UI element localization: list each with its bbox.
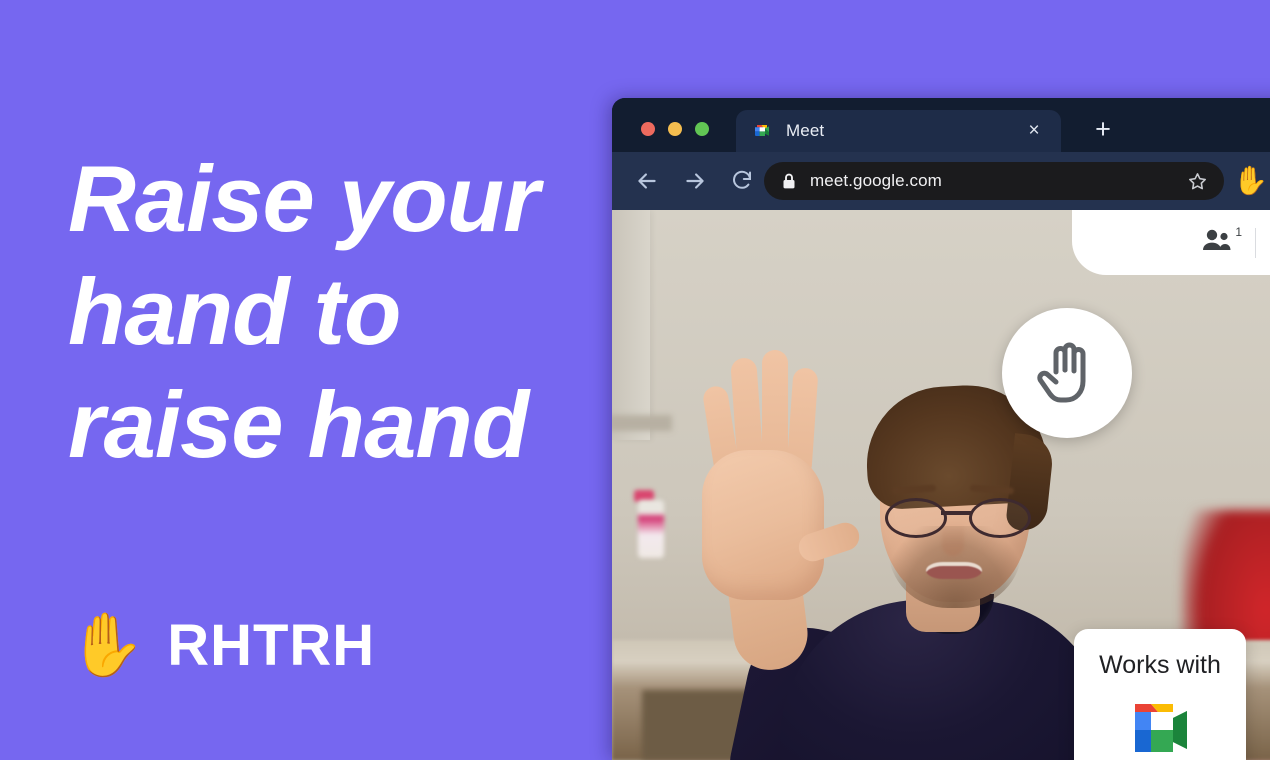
header-divider — [1255, 227, 1256, 258]
address-bar[interactable]: meet.google.com — [764, 162, 1224, 200]
headline-line-3: raise hand — [68, 372, 529, 477]
meet-video-area: 1 Works with — [612, 210, 1270, 760]
participant-nose — [942, 522, 964, 556]
raise-hand-button[interactable] — [1002, 308, 1132, 438]
raised-palm — [702, 450, 824, 600]
google-meet-logo — [1117, 698, 1203, 760]
bookmark-star-icon[interactable] — [1187, 171, 1208, 192]
url-text: meet.google.com — [810, 171, 942, 190]
browser-window: Meet × + meet.google.com ✋ 1 Works with — [612, 98, 1270, 760]
tab-title: Meet — [786, 121, 825, 140]
page-title: Raise your hand to raise hand — [68, 142, 588, 481]
raise-hand-extension-icon[interactable]: ✋ — [1233, 166, 1268, 196]
browser-titlebar: Meet × + — [612, 98, 1270, 152]
participant-mouth — [926, 562, 982, 579]
brand-name: RHTRH — [167, 613, 376, 678]
reload-icon[interactable] — [730, 168, 756, 194]
people-icon[interactable]: 1 — [1201, 224, 1242, 260]
raised-hand-icon: ✋ — [68, 611, 146, 680]
google-meet-favicon — [754, 123, 772, 139]
promo-screenshot: Raise your hand to raise hand ✋ RHTRH Me… — [0, 0, 1270, 760]
new-tab-button[interactable]: + — [1089, 116, 1117, 144]
browser-toolbar: meet.google.com ✋ — [612, 152, 1270, 210]
headline-line-2: hand to — [68, 259, 401, 364]
works-with-label: Works with — [1099, 651, 1221, 679]
meet-header-bar: 1 — [1072, 210, 1270, 275]
brand-lockup: ✋ RHTRH — [68, 615, 375, 677]
close-window-button[interactable] — [641, 122, 655, 136]
window-controls — [641, 122, 709, 136]
forward-arrow-icon[interactable] — [682, 168, 708, 194]
browser-tab-meet[interactable]: Meet × — [736, 110, 1061, 152]
back-arrow-icon[interactable] — [634, 168, 660, 194]
headline-line-1: Raise your — [68, 146, 540, 251]
works-with-meet-badge: Works with Meet — [1074, 629, 1246, 760]
minimize-window-button[interactable] — [668, 122, 682, 136]
people-count-badge: 1 — [1235, 224, 1242, 239]
lock-icon — [782, 173, 796, 190]
promo-panel: Raise your hand to raise hand ✋ RHTRH — [0, 0, 612, 760]
maximize-window-button[interactable] — [695, 122, 709, 136]
close-tab-icon[interactable]: × — [1023, 120, 1045, 142]
